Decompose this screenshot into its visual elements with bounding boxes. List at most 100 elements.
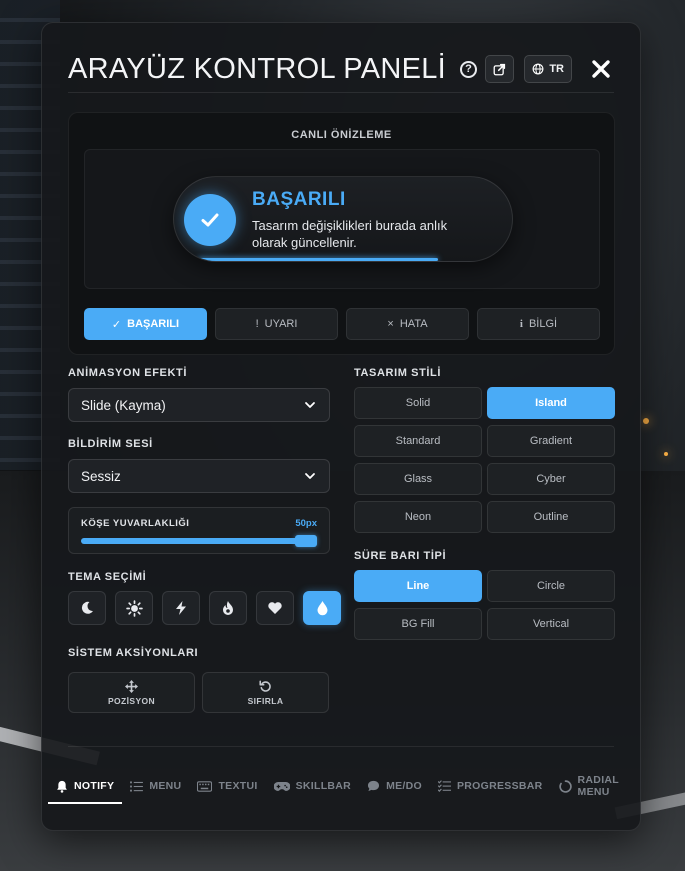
tab-label: PROGRESSBAR xyxy=(456,780,543,792)
reset-button[interactable]: SIFIRLA xyxy=(202,672,329,713)
info-icon: i xyxy=(519,318,523,330)
design-style-label: TASARIM STİLİ xyxy=(354,367,442,379)
position-button[interactable]: POZİSYON xyxy=(68,672,195,713)
type-success-button[interactable]: ✓ BAŞARILI xyxy=(84,308,207,340)
language-label: TR xyxy=(549,63,564,75)
type-label: BAŞARILI xyxy=(127,318,180,330)
bar-bg-fill-button[interactable]: BG Fill xyxy=(354,608,482,640)
radial-icon xyxy=(558,779,572,793)
help-icon[interactable]: ? xyxy=(460,60,478,78)
gamepad-icon xyxy=(273,781,290,791)
close-icon xyxy=(592,60,610,78)
control-panel: ARAYÜZ KONTROL PANELİ ? TR CANLI ÖNİZLEM… xyxy=(41,22,641,831)
tab-medo[interactable]: ME/DO xyxy=(359,771,430,801)
preview-notification: BAŞARILI Tasarım değişiklikleri burada a… xyxy=(173,176,513,262)
style-cyber-button[interactable]: Cyber xyxy=(487,463,615,495)
radius-slider-box: KÖŞE YUVARLAKLIĞI 50px xyxy=(68,507,330,554)
radius-label: KÖŞE YUVARLAKLIĞI xyxy=(81,518,190,529)
theme-moon-button[interactable] xyxy=(68,591,106,625)
moon-icon xyxy=(81,601,93,614)
type-error-button[interactable]: × HATA xyxy=(346,308,469,340)
chevron-down-icon xyxy=(305,473,315,479)
tab-label: TEXTUI xyxy=(218,780,258,792)
checkmark-icon: ✓ xyxy=(111,318,122,331)
sound-select[interactable]: Sessiz xyxy=(68,459,330,493)
animation-value: Slide (Kayma) xyxy=(81,397,166,413)
type-warning-button[interactable]: ! UYARI xyxy=(215,308,338,340)
tab-label: SKILLBAR xyxy=(295,780,352,792)
background-light xyxy=(664,452,668,456)
move-icon xyxy=(125,679,138,693)
sound-value: Sessiz xyxy=(81,468,121,484)
bar-circle-button[interactable]: Circle xyxy=(487,570,615,602)
language-button[interactable]: TR xyxy=(524,55,572,83)
drop-icon xyxy=(317,601,327,616)
type-info-button[interactable]: i BİLGİ xyxy=(477,308,600,340)
tab-skillbar[interactable]: SKILLBAR xyxy=(266,771,359,801)
radius-slider-fill xyxy=(81,538,306,544)
type-label: UYARI xyxy=(264,318,298,330)
sound-label: BİLDİRİM SESİ xyxy=(68,438,153,450)
theme-label: TEMA SEÇİMİ xyxy=(68,571,147,583)
bar-type-label: SÜRE BARI TİPİ xyxy=(354,550,447,562)
tab-menu[interactable]: MENU xyxy=(122,771,189,801)
theme-sun-button[interactable] xyxy=(115,591,153,625)
style-outline-button[interactable]: Outline xyxy=(487,501,615,533)
notification-type-selector: ✓ BAŞARILI ! UYARI × HATA i BİLGİ xyxy=(84,308,600,340)
notification-message: Tasarım değişiklikleri burada anlık olar… xyxy=(252,218,448,250)
style-glass-button[interactable]: Glass xyxy=(354,463,482,495)
list-icon xyxy=(130,780,144,792)
preview-label: CANLI ÖNİZLEME xyxy=(291,129,392,141)
radius-slider[interactable] xyxy=(81,535,317,547)
animation-label: ANİMASYON EFEKTİ xyxy=(68,367,187,379)
bar-type-grid: Line Circle BG Fill Vertical xyxy=(354,570,615,640)
tab-radial-menu[interactable]: RADIAL MENU xyxy=(551,771,627,801)
share-icon xyxy=(493,63,506,75)
reset-label: SIFIRLA xyxy=(247,695,284,706)
position-label: POZİSYON xyxy=(107,695,156,706)
style-standard-button[interactable]: Standard xyxy=(354,425,482,457)
background-light xyxy=(643,418,649,424)
style-neon-button[interactable]: Neon xyxy=(354,501,482,533)
theme-bolt-button[interactable] xyxy=(162,591,200,625)
exclamation-icon: ! xyxy=(255,318,259,330)
tab-textui[interactable]: TEXTUI xyxy=(189,771,265,801)
tab-label-line: MENU xyxy=(577,786,610,798)
type-label: HATA xyxy=(399,318,428,330)
footer-divider xyxy=(68,746,614,747)
export-button[interactable] xyxy=(485,55,515,83)
fire-icon xyxy=(223,601,233,615)
theme-selector xyxy=(68,591,341,625)
keyboard-icon xyxy=(197,780,213,792)
tab-label: RADIAL MENU xyxy=(578,774,619,798)
style-solid-button[interactable]: Solid xyxy=(354,387,482,419)
system-label: SİSTEM AKSİYONLARI xyxy=(68,647,199,659)
checklist-icon xyxy=(437,780,451,792)
header-actions: TR xyxy=(485,55,614,83)
cross-icon: × xyxy=(387,318,394,330)
heart-icon xyxy=(268,602,282,614)
animation-select[interactable]: Slide (Kayma) xyxy=(68,388,330,422)
reset-icon xyxy=(259,679,271,692)
theme-heart-button[interactable] xyxy=(256,591,294,625)
style-gradient-button[interactable]: Gradient xyxy=(487,425,615,457)
chevron-down-icon xyxy=(305,402,315,408)
theme-drop-button[interactable] xyxy=(303,591,341,625)
style-island-button[interactable]: Island xyxy=(487,387,615,419)
design-style-grid: Solid Island Standard Gradient Glass Cyber Neo… xyxy=(354,387,615,533)
bolt-icon xyxy=(176,601,186,615)
tab-label: NOTIFY xyxy=(74,780,115,792)
close-button[interactable] xyxy=(588,56,614,82)
bell-icon xyxy=(57,780,67,793)
radius-slider-handle[interactable] xyxy=(295,535,317,547)
tab-progressbar[interactable]: PROGRESSBAR xyxy=(430,771,551,801)
tab-notify[interactable]: NOTIFY xyxy=(48,771,123,804)
preview-stage: BAŞARILI Tasarım değişiklikleri burada a… xyxy=(84,149,600,289)
header-divider xyxy=(68,92,614,93)
notification-timer-bar xyxy=(198,258,438,261)
theme-fire-button[interactable] xyxy=(209,591,247,625)
bar-line-button[interactable]: Line xyxy=(354,570,482,602)
bottom-tab-bar: NOTIFY MENU TEXTUI SKILLBAR ME/DO PROGRE… xyxy=(48,771,627,804)
bar-vertical-button[interactable]: Vertical xyxy=(487,608,615,640)
chat-icon xyxy=(368,780,380,792)
